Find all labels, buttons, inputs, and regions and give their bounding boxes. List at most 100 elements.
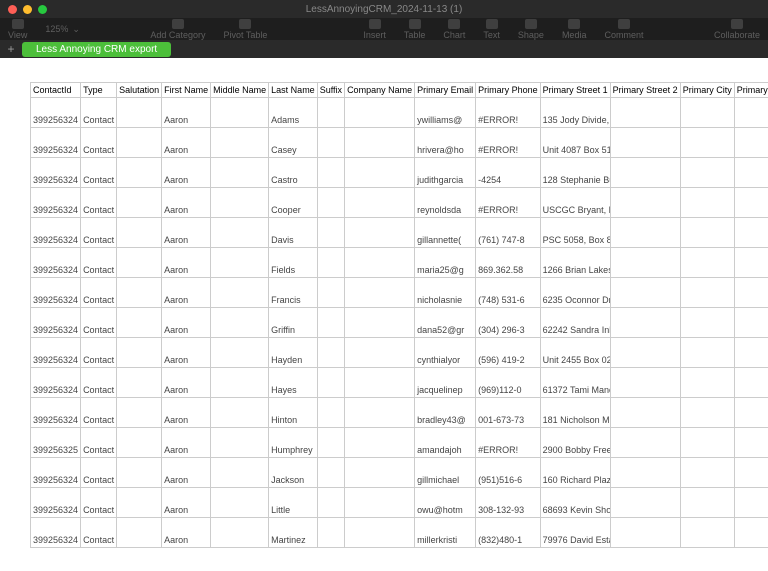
cell[interactable] (117, 398, 162, 428)
col-middlename[interactable]: Middle Name (211, 83, 269, 98)
cell[interactable] (211, 128, 269, 158)
table-row[interactable]: 399256324ContactAaronHintonbradley43@001… (31, 398, 768, 428)
cell[interactable] (117, 188, 162, 218)
cell[interactable] (117, 368, 162, 398)
table-row[interactable]: 399256324ContactAaronMartinezmillerkrist… (31, 518, 768, 548)
cell[interactable]: 68693 Kevin Shores, New Christian, ME 42… (540, 488, 610, 518)
cell[interactable]: Aaron (162, 128, 211, 158)
cell[interactable]: jacquelinep (415, 368, 476, 398)
cell[interactable]: Adams (269, 98, 318, 128)
cell[interactable] (345, 218, 415, 248)
cell[interactable] (734, 278, 768, 308)
cell[interactable] (610, 458, 680, 488)
cell[interactable]: Contact (81, 368, 117, 398)
cell[interactable]: gillmichael (415, 458, 476, 488)
cell[interactable] (117, 518, 162, 548)
cell[interactable] (610, 338, 680, 368)
cell[interactable] (345, 278, 415, 308)
cell[interactable]: cynthialyor (415, 338, 476, 368)
cell[interactable] (734, 368, 768, 398)
cell[interactable]: Contact (81, 128, 117, 158)
cell[interactable]: Castro (269, 158, 318, 188)
cell[interactable]: judithgarcia (415, 158, 476, 188)
col-firstname[interactable]: First Name (162, 83, 211, 98)
cell[interactable]: PSC 5058, Box 8722, APO AA 27188 (540, 218, 610, 248)
cell[interactable] (680, 338, 734, 368)
cell[interactable] (734, 188, 768, 218)
cell[interactable] (317, 248, 344, 278)
cell[interactable]: Cooper (269, 188, 318, 218)
cell[interactable] (680, 488, 734, 518)
cell[interactable] (610, 278, 680, 308)
cell[interactable] (610, 308, 680, 338)
cell[interactable] (734, 488, 768, 518)
cell[interactable]: Griffin (269, 308, 318, 338)
cell[interactable] (734, 338, 768, 368)
cell[interactable]: ywilliams@ (415, 98, 476, 128)
cell[interactable] (680, 218, 734, 248)
cell[interactable]: Aaron (162, 308, 211, 338)
cell[interactable]: Contact (81, 308, 117, 338)
cell[interactable] (734, 128, 768, 158)
cell[interactable] (211, 428, 269, 458)
cell[interactable] (610, 428, 680, 458)
data-table[interactable]: ContactId Type Salutation First Name Mid… (30, 82, 768, 548)
chart-button[interactable]: Chart (443, 19, 465, 40)
cell[interactable] (610, 158, 680, 188)
col-email[interactable]: Primary Email (415, 83, 476, 98)
cell[interactable]: 135 Jody Divide, Josefurt, FL 52064 (540, 98, 610, 128)
cell[interactable]: amandajoh (415, 428, 476, 458)
cell[interactable] (345, 188, 415, 218)
cell[interactable]: #ERROR! (476, 128, 541, 158)
minimize-icon[interactable] (23, 5, 32, 14)
cell[interactable]: Contact (81, 278, 117, 308)
cell[interactable]: 399256324 (31, 488, 81, 518)
cell[interactable] (345, 308, 415, 338)
cell[interactable] (610, 188, 680, 218)
cell[interactable]: Contact (81, 188, 117, 218)
cell[interactable] (317, 338, 344, 368)
col-type[interactable]: Type (81, 83, 117, 98)
cell[interactable]: Aaron (162, 398, 211, 428)
cell[interactable]: 399256324 (31, 368, 81, 398)
cell[interactable]: Aaron (162, 428, 211, 458)
cell[interactable]: 399256324 (31, 398, 81, 428)
cell[interactable]: owu@hotm (415, 488, 476, 518)
cell[interactable] (117, 338, 162, 368)
add-sheet-button[interactable]: + (4, 42, 18, 56)
cell[interactable] (680, 248, 734, 278)
cell[interactable]: 399256324 (31, 158, 81, 188)
cell[interactable]: Aaron (162, 368, 211, 398)
cell[interactable]: (832)480-1 (476, 518, 541, 548)
cell[interactable]: Contact (81, 248, 117, 278)
col-suffix[interactable]: Suffix (317, 83, 344, 98)
cell[interactable]: Contact (81, 98, 117, 128)
table-row[interactable]: 399256324ContactAaronHayesjacquelinep(96… (31, 368, 768, 398)
cell[interactable] (317, 128, 344, 158)
cell[interactable]: 308-132-93 (476, 488, 541, 518)
table-row[interactable]: 399256324ContactAaronCastrojudithgarcia-… (31, 158, 768, 188)
cell[interactable]: 399256324 (31, 278, 81, 308)
cell[interactable]: 399256324 (31, 338, 81, 368)
cell[interactable] (734, 158, 768, 188)
cell[interactable] (610, 128, 680, 158)
cell[interactable]: Contact (81, 398, 117, 428)
cell[interactable] (317, 488, 344, 518)
cell[interactable] (734, 248, 768, 278)
cell[interactable] (117, 218, 162, 248)
cell[interactable]: 399256324 (31, 188, 81, 218)
cell[interactable]: 62242 Sandra Inlet Suite 752, North Eric… (540, 308, 610, 338)
cell[interactable]: Aaron (162, 488, 211, 518)
cell[interactable]: Contact (81, 338, 117, 368)
cell[interactable]: 399256324 (31, 128, 81, 158)
cell[interactable]: (969)112-0 (476, 368, 541, 398)
pivot-table-button[interactable]: Pivot Table (223, 19, 267, 40)
cell[interactable]: Casey (269, 128, 318, 158)
cell[interactable]: bradley43@ (415, 398, 476, 428)
insert-button[interactable]: Insert (363, 19, 386, 40)
cell[interactable]: Jackson (269, 458, 318, 488)
cell[interactable] (680, 98, 734, 128)
cell[interactable] (610, 398, 680, 428)
cell[interactable]: (304) 296-3 (476, 308, 541, 338)
cell[interactable] (211, 158, 269, 188)
